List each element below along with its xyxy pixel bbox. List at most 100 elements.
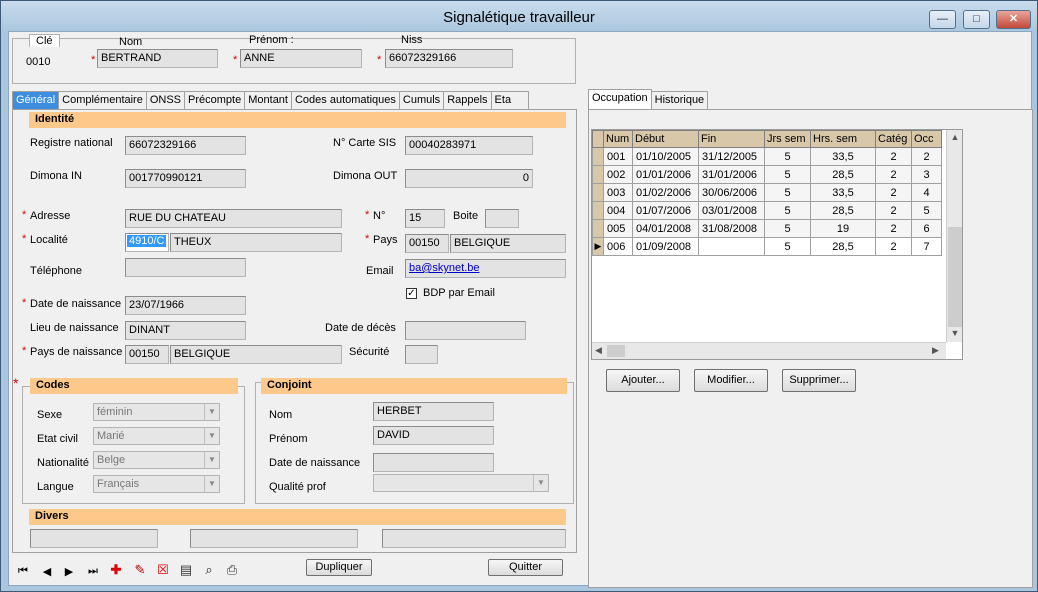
localite-code-field[interactable]: 4910/C [125, 233, 169, 252]
cell-hrs-sem[interactable]: 19 [810, 219, 876, 238]
cell-occ[interactable]: 5 [911, 201, 942, 220]
cell-categ[interactable]: 2 [875, 165, 912, 184]
cell-jrs-sem[interactable]: 5 [764, 219, 811, 238]
quitter-button[interactable]: Quitter [488, 559, 563, 576]
divers-field-3[interactable] [382, 529, 566, 548]
nationalite-select[interactable]: Belge ▼ [93, 451, 220, 469]
maximize-button[interactable]: □ [963, 10, 990, 29]
col-occ[interactable]: Occ [911, 130, 942, 148]
cell-categ[interactable]: 2 [875, 237, 912, 256]
cell-categ[interactable]: 2 [875, 147, 912, 166]
previous-record-icon[interactable]: ◀ [39, 565, 55, 578]
scroll-left-icon[interactable]: ◀ [595, 345, 602, 356]
cell-fin[interactable]: 03/01/2008 [698, 201, 765, 220]
cell-debut[interactable]: 01/02/2006 [632, 183, 699, 202]
niss-field[interactable]: 66072329166 [385, 49, 513, 68]
cell-num[interactable]: 003 [603, 183, 633, 202]
row-header[interactable] [592, 165, 604, 184]
cell-occ[interactable]: 4 [911, 183, 942, 202]
table-row[interactable]: 004 01/07/2006 03/01/2008 5 28,5 2 5 [592, 201, 942, 220]
row-header[interactable] [592, 201, 604, 220]
etat-civil-select[interactable]: Marié ▼ [93, 427, 220, 445]
vertical-scrollbar[interactable]: ▲ ▼ [946, 130, 962, 342]
vertical-scroll-thumb[interactable] [948, 227, 962, 327]
cell-num[interactable]: 005 [603, 219, 633, 238]
cell-debut[interactable]: 01/07/2006 [632, 201, 699, 220]
cell-categ[interactable]: 2 [875, 183, 912, 202]
cell-debut[interactable]: 04/01/2008 [632, 219, 699, 238]
securite-field[interactable] [405, 345, 438, 364]
row-header[interactable] [592, 183, 604, 202]
dimona-out-field[interactable]: 0 [405, 169, 533, 188]
numero-field[interactable]: 15 [405, 209, 445, 228]
current-row-marker-icon[interactable]: ▶ [592, 237, 604, 256]
col-num[interactable]: Num [603, 130, 633, 148]
tab-codes-automatiques[interactable]: Codes automatiques [290, 91, 400, 109]
scroll-right-icon[interactable]: ▶ [932, 345, 939, 356]
add-record-icon[interactable]: ✚ [107, 561, 125, 578]
col-hrs-sem[interactable]: Hrs. sem [810, 130, 876, 148]
first-record-icon[interactable]: ⏮ [15, 565, 31, 578]
prenom-field[interactable]: ANNE [240, 49, 362, 68]
qualite-select[interactable]: ▼ [373, 474, 549, 492]
tab-historique[interactable]: Historique [650, 91, 709, 109]
ajouter-button[interactable]: Ajouter... [606, 369, 680, 392]
cell-jrs-sem[interactable]: 5 [764, 165, 811, 184]
tab-occupation[interactable]: Occupation [588, 89, 652, 109]
row-header[interactable] [592, 147, 604, 166]
lieu-field[interactable]: DINANT [125, 321, 246, 340]
cell-jrs-sem[interactable]: 5 [764, 183, 811, 202]
cell-fin[interactable]: 31/01/2006 [698, 165, 765, 184]
boite-field[interactable] [485, 209, 519, 228]
table-row[interactable]: 001 01/10/2005 31/12/2005 5 33,5 2 2 [592, 147, 942, 166]
row-header[interactable] [592, 219, 604, 238]
table-row-current[interactable]: ▶ 006 01/09/2008 5 28,5 2 7 [592, 237, 942, 256]
localite-field[interactable]: THEUX [170, 233, 342, 252]
cell-hrs-sem[interactable]: 33,5 [810, 183, 876, 202]
conjoint-nom-field[interactable]: HERBET [373, 402, 494, 421]
cell-occ[interactable]: 7 [911, 237, 942, 256]
horizontal-scroll-thumb[interactable] [607, 345, 625, 357]
cell-fin[interactable]: 31/12/2005 [698, 147, 765, 166]
cell-fin[interactable] [698, 237, 765, 256]
cell-debut[interactable]: 01/01/2006 [632, 165, 699, 184]
scroll-down-icon[interactable]: ▼ [948, 328, 962, 338]
search-icon[interactable]: ⌕ [200, 561, 218, 578]
delete-record-icon[interactable]: ☒ [154, 561, 172, 578]
carte-sis-field[interactable]: 00040283971 [405, 136, 533, 155]
tab-cumuls[interactable]: Cumuls [398, 91, 445, 109]
next-record-icon[interactable]: ▶ [61, 565, 77, 578]
deces-field[interactable] [405, 321, 526, 340]
pays-naissance-code-field[interactable]: 00150 [125, 345, 169, 364]
cell-num[interactable]: 002 [603, 165, 633, 184]
cell-debut[interactable]: 01/09/2008 [632, 237, 699, 256]
cell-jrs-sem[interactable]: 5 [764, 147, 811, 166]
sexe-select[interactable]: féminin ▼ [93, 403, 220, 421]
email-field[interactable]: ba@skynet.be [405, 259, 566, 278]
cell-num[interactable]: 001 [603, 147, 633, 166]
list-icon[interactable]: ▤ [177, 561, 195, 578]
tab-general[interactable]: Général [12, 91, 60, 109]
supprimer-button[interactable]: Supprimer... [782, 369, 856, 392]
cell-fin[interactable]: 30/06/2006 [698, 183, 765, 202]
conjoint-prenom-field[interactable]: DAVID [373, 426, 494, 445]
conjoint-naissance-field[interactable] [373, 453, 494, 472]
cell-hrs-sem[interactable]: 28,5 [810, 165, 876, 184]
scroll-up-icon[interactable]: ▲ [948, 132, 962, 142]
adresse-field[interactable]: RUE DU CHATEAU [125, 209, 342, 228]
cell-occ[interactable]: 2 [911, 147, 942, 166]
cell-jrs-sem[interactable]: 5 [764, 201, 811, 220]
table-row[interactable]: 002 01/01/2006 31/01/2006 5 28,5 2 3 [592, 165, 942, 184]
pays-code-field[interactable]: 00150 [405, 234, 449, 253]
table-row[interactable]: 003 01/02/2006 30/06/2006 5 33,5 2 4 [592, 183, 942, 202]
pays-field[interactable]: BELGIQUE [450, 234, 566, 253]
cell-occ[interactable]: 3 [911, 165, 942, 184]
table-row[interactable]: 005 04/01/2008 31/08/2008 5 19 2 6 [592, 219, 942, 238]
divers-field-1[interactable] [30, 529, 158, 548]
registre-field[interactable]: 66072329166 [125, 136, 246, 155]
divers-field-2[interactable] [190, 529, 358, 548]
cell-num[interactable]: 004 [603, 201, 633, 220]
edit-record-icon[interactable]: ✎ [131, 561, 149, 578]
modifier-button[interactable]: Modifier... [694, 369, 768, 392]
col-categ[interactable]: Catég [875, 130, 912, 148]
